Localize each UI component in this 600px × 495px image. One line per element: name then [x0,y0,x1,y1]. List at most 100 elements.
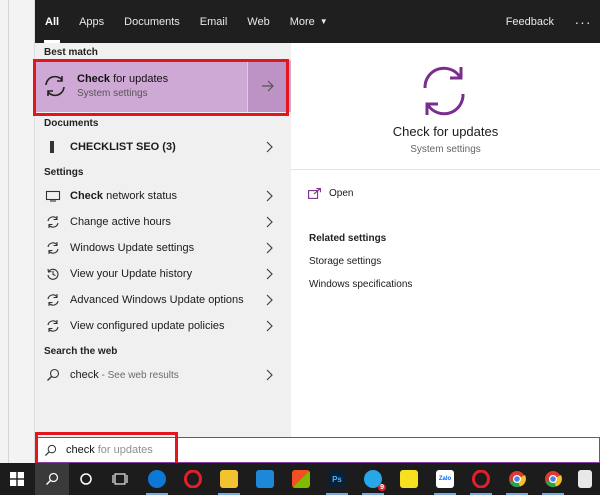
search-web-header: Search the web [44,346,118,357]
tab-email[interactable]: Email [190,0,238,43]
taskbar-app-chat[interactable]: 9 [356,463,390,495]
settings-label-bold: Check [70,190,104,202]
mail-icon [256,470,274,488]
document-item-checklist[interactable]: CHECKLIST SEO (3) [35,134,291,160]
settings-label-rest: View your Update history [70,268,193,280]
details-pane: Check for updates System settings Open R… [291,43,600,437]
taskbar-app-file-explorer[interactable] [212,463,246,495]
opera-icon [184,470,202,488]
settings-item-active-hours[interactable]: Change active hours [35,209,291,235]
settings-item-update-history[interactable]: View your Update history [35,261,291,287]
refresh-icon [42,293,64,307]
taskbar-app-edge[interactable] [140,463,174,495]
feedback-button[interactable]: Feedback [494,16,566,28]
start-button[interactable] [0,463,34,495]
settings-item-update-policies[interactable]: View configured update policies [35,313,291,339]
results-pane: Best match Check for updates System sett… [35,43,291,437]
search-query[interactable]: check [66,444,95,456]
taskbar-app-zalo[interactable]: Zalo [428,463,462,495]
tab-web[interactable]: Web [237,0,279,43]
zalo-icon: Zalo [436,470,454,488]
settings-header: Settings [44,167,84,178]
sync-icon [41,72,69,100]
divider [291,169,600,170]
chevron-right-icon [266,216,273,228]
app-icon [578,470,592,488]
related-settings-header: Related settings [309,233,387,244]
best-match-header: Best match [44,47,98,58]
chevron-right-icon [266,242,273,254]
open-button[interactable]: Open [308,188,353,199]
web-search-result[interactable]: check - See web results [35,362,291,388]
task-view-button[interactable] [103,463,137,495]
settings-item-windows-update[interactable]: Windows Update settings [35,235,291,261]
refresh-icon [42,319,64,333]
chevron-right-icon [266,190,273,202]
background-divider [8,0,9,463]
network-icon [42,190,64,202]
settings-item-label: Advanced Windows Update options [70,294,244,306]
best-match-main[interactable]: Check for updates System settings [35,60,247,112]
cortana-button[interactable] [69,463,103,495]
tab-more[interactable]: More ▼ [280,0,338,43]
sync-icon [423,66,465,116]
refresh-icon [42,215,64,229]
open-icon [308,188,321,199]
document-icon [42,141,64,153]
edge-icon [148,470,166,488]
settings-item-label: Change active hours [70,216,171,228]
taskbar-app-chrome[interactable] [500,463,534,495]
tab-documents[interactable]: Documents [114,0,190,43]
document-item-label: CHECKLIST SEO (3) [70,141,176,153]
taskbar-app-chrome-2[interactable] [536,463,570,495]
document-label-bold: CHECK [70,141,110,153]
taskbar-app-other[interactable] [570,463,600,495]
web-query: check [70,369,99,381]
more-options-icon[interactable]: ··· [566,14,600,30]
taskbar-app-sticky-notes[interactable] [392,463,426,495]
taskbar-app-opera-2[interactable] [464,463,498,495]
settings-item-advanced-options[interactable]: Advanced Windows Update options [35,287,291,313]
taskbar-search-button[interactable] [35,463,69,495]
open-details-arrow-button[interactable] [247,60,287,112]
web-hint: - See web results [98,370,179,381]
folder-icon [220,470,238,488]
arrow-right-icon [261,80,274,92]
detail-title: Check for updates [392,124,499,139]
related-link-storage[interactable]: Storage settings [309,256,381,267]
chrome-icon [545,471,562,488]
settings-label-rest: Change active hours [70,216,171,228]
tab-apps[interactable]: Apps [69,0,114,43]
tab-documents-label: Documents [124,15,180,28]
tab-all[interactable]: All [35,0,69,43]
chevron-right-icon [266,268,273,280]
opera-icon [472,470,490,488]
taskbar-app-opera[interactable] [176,463,210,495]
search-box[interactable]: check for updates [35,437,600,463]
best-match-result[interactable]: Check for updates System settings [35,60,291,112]
taskbar: Ps 9 Zalo [0,463,600,495]
settings-label-rest: Windows Update settings [70,242,195,254]
taskbar-app-photoshop[interactable]: Ps [320,463,354,495]
taskbar-app-store[interactable] [284,463,318,495]
detail-subtitle: System settings [410,144,481,155]
notification-badge: 9 [378,484,386,491]
document-label-rest: LIST SEO (3) [109,141,176,153]
web-result-label: check - See web results [70,369,179,381]
settings-item-label: View your Update history [70,268,192,280]
search-filter-bar: All Apps Documents Email Web More ▼ Feedb… [35,0,600,43]
task-view-icon [112,473,128,485]
best-match-subtitle: System settings [77,88,148,99]
chevron-right-icon [266,141,273,153]
search-icon [42,368,64,382]
tab-more-label: More [289,15,315,28]
settings-label-rest: View configured update policies [70,320,225,332]
photoshop-icon: Ps [328,470,346,488]
history-icon [42,267,64,281]
best-match-title: Check for updates [77,73,168,85]
chrome-icon [509,471,526,488]
taskbar-app-mail[interactable] [248,463,282,495]
related-link-specifications[interactable]: Windows specifications [309,279,412,290]
settings-item-network-status[interactable]: Check network status [35,183,291,209]
tab-email-label: Email [199,15,228,28]
